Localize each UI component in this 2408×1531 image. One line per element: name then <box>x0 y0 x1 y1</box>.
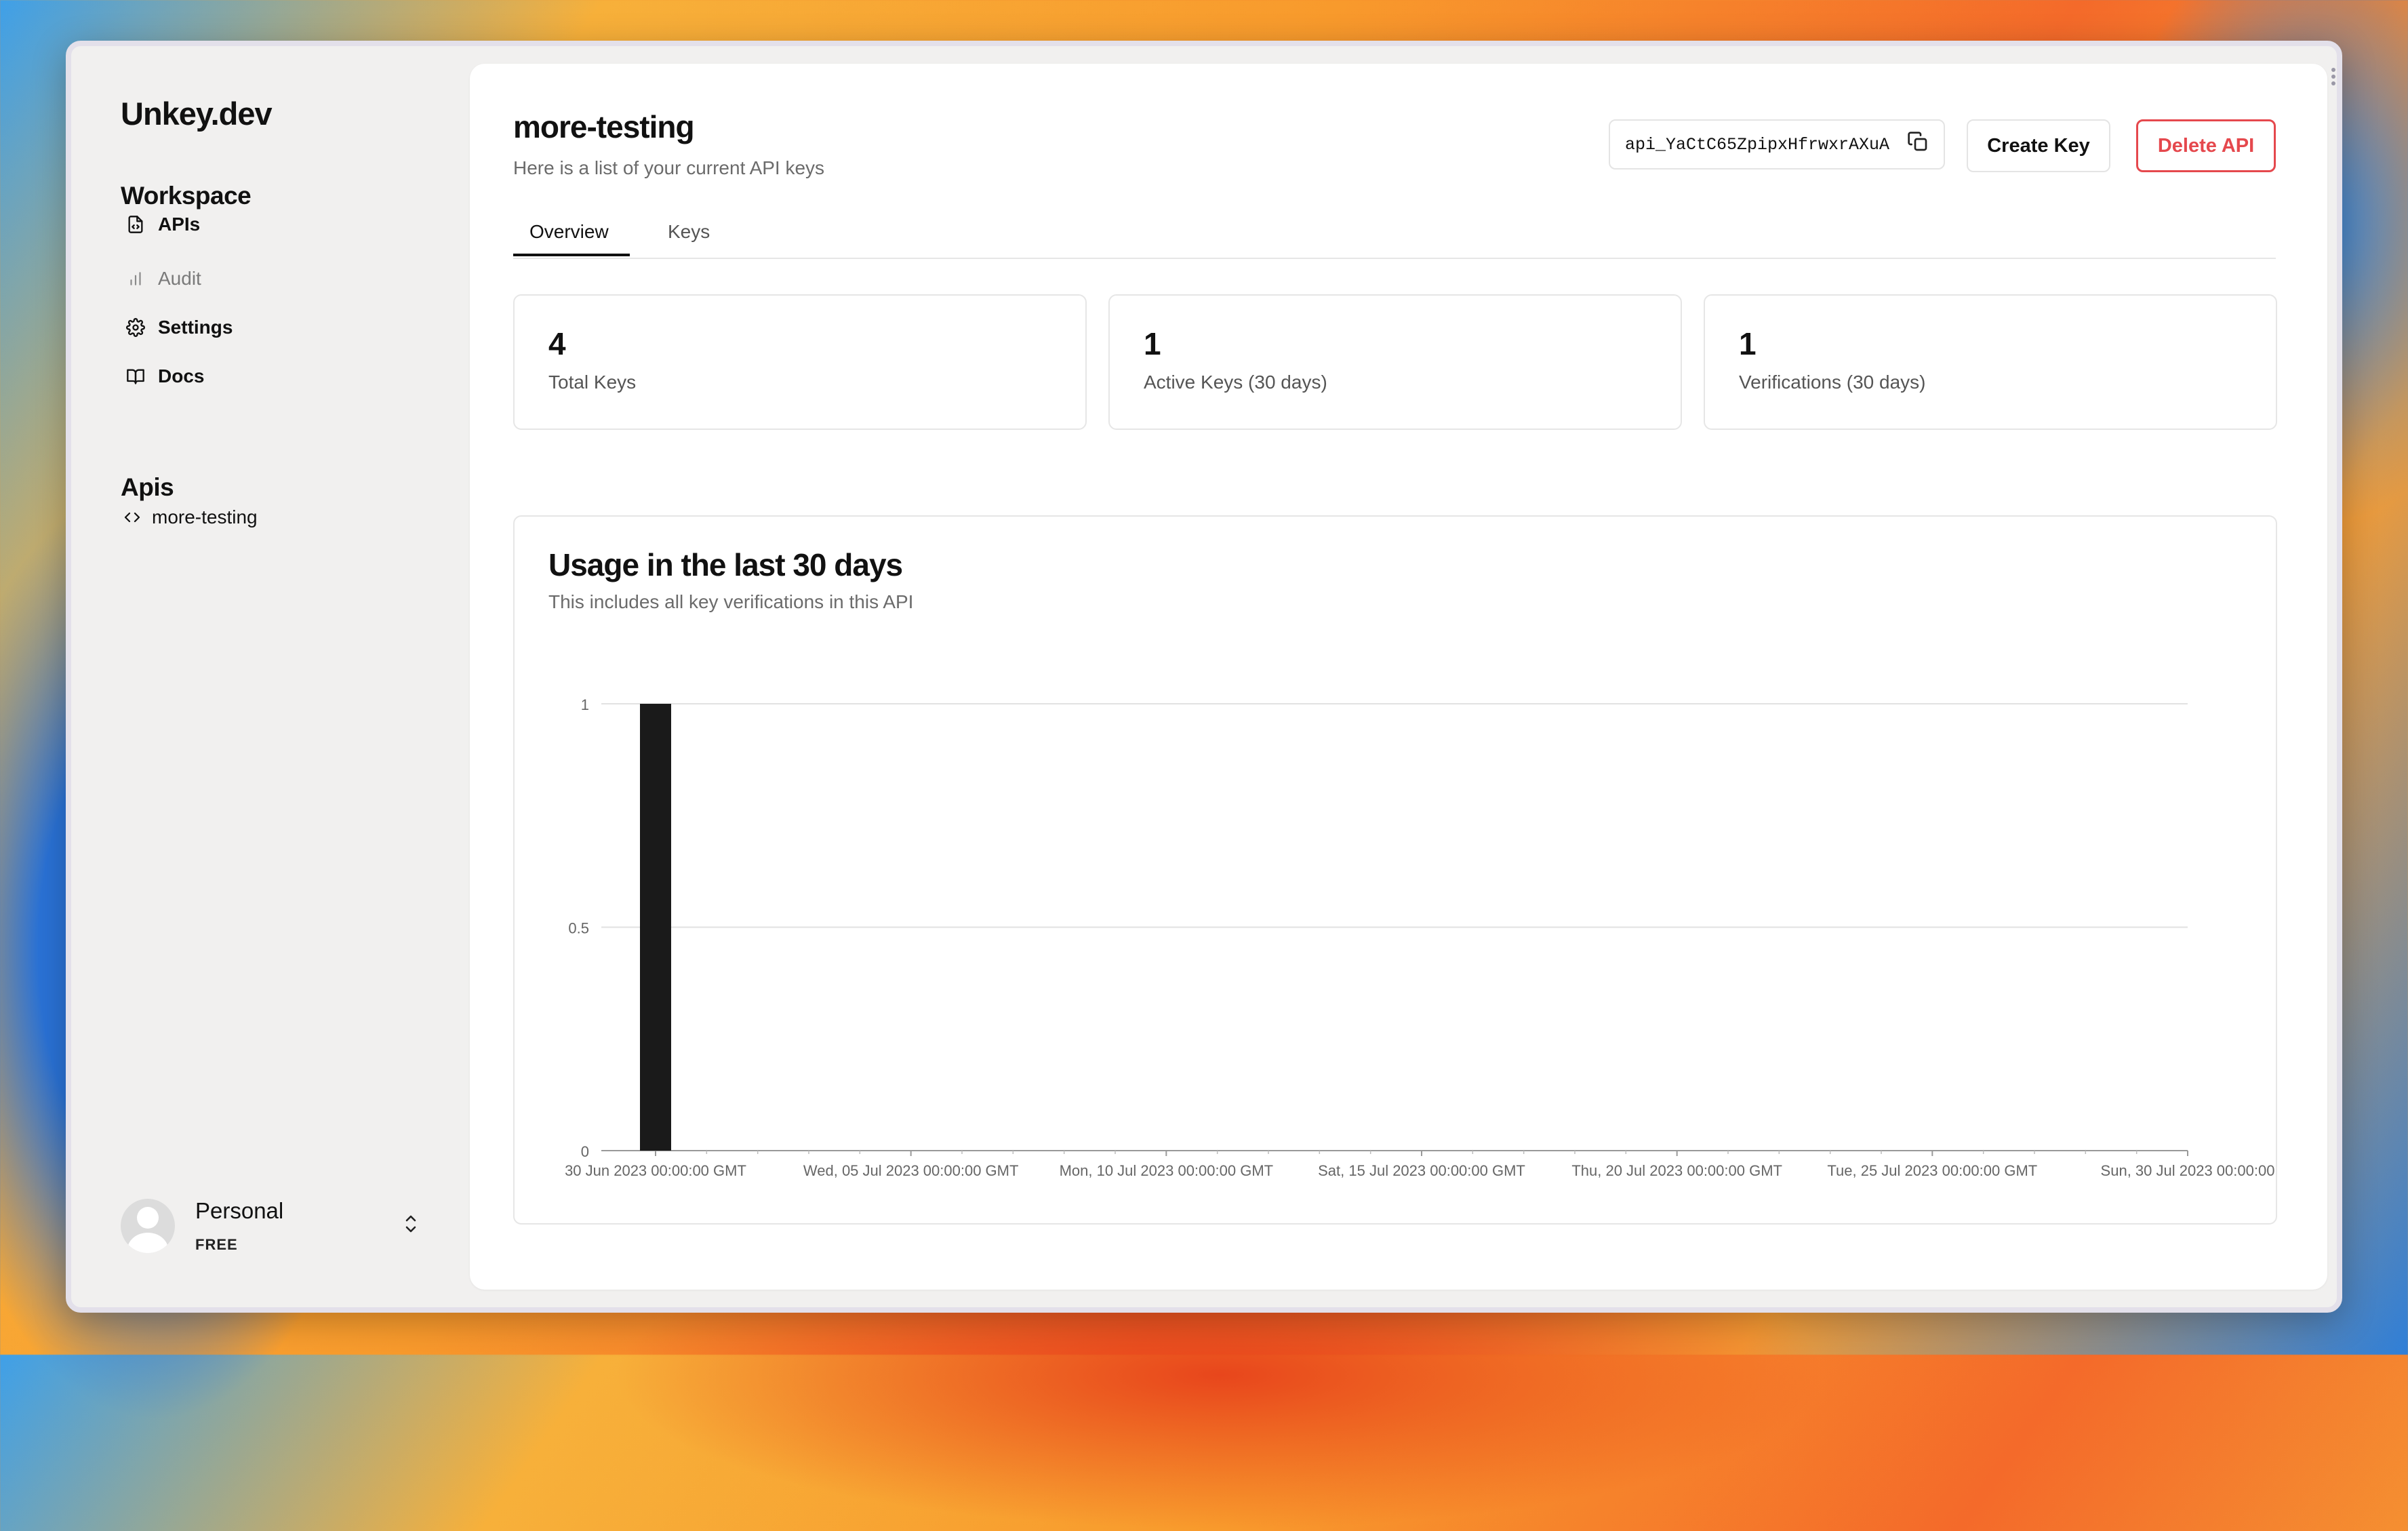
create-key-button[interactable]: Create Key <box>1967 119 2110 172</box>
page-subtitle: Here is a list of your current API keys <box>513 157 825 178</box>
stat-value: 1 <box>1739 326 1757 361</box>
bar-chart-icon <box>124 267 147 290</box>
y-tick-label: 0.5 <box>568 920 589 937</box>
sidebar-item-label: Settings <box>158 317 233 338</box>
stat-card-verifications: 1 Verifications (30 days) <box>1704 294 2277 430</box>
stat-value: 1 <box>1144 326 1161 361</box>
x-tick-label: Sun, 30 Jul 2023 00:00:00 <box>2101 1162 2275 1179</box>
bar <box>640 704 671 1151</box>
x-tick-label: Wed, 05 Jul 2023 00:00:00 GMT <box>803 1162 1019 1179</box>
plan-badge: FREE <box>195 1236 238 1253</box>
tab-bar: Overview Keys <box>513 212 2276 259</box>
stat-card-total-keys: 4 Total Keys <box>513 294 1087 430</box>
sidebar-item-label: more-testing <box>152 506 258 528</box>
sidebar-item-docs[interactable]: Docs <box>124 359 204 393</box>
sidebar-item-audit[interactable]: Audit <box>124 262 201 296</box>
workspace-heading: Workspace <box>121 182 252 210</box>
x-tick-label: 30 Jun 2023 00:00:00 GMT <box>565 1162 746 1179</box>
y-tick-label: 0 <box>581 1143 589 1160</box>
delete-api-button[interactable]: Delete API <box>2136 119 2276 172</box>
stat-card-active-keys: 1 Active Keys (30 days) <box>1108 294 1682 430</box>
tab-overview[interactable]: Overview <box>529 221 609 243</box>
x-tick-label: Thu, 20 Jul 2023 00:00:00 GMT <box>1571 1162 1782 1179</box>
sidebar-item-apis[interactable]: APIs <box>124 207 200 241</box>
y-tick-label: 1 <box>581 696 589 713</box>
copy-icon[interactable] <box>1907 131 1929 158</box>
sidebar-item-more-testing[interactable]: more-testing <box>121 500 258 534</box>
page-title: more-testing <box>513 109 695 144</box>
sidebar-item-label: Docs <box>158 365 205 386</box>
usage-card: Usage in the last 30 days This includes … <box>513 515 2277 1225</box>
chevron-up-down-icon <box>403 1212 419 1239</box>
api-id-field[interactable]: api_YaCtC65ZpipxHfrwxrAXuA <box>1609 119 1945 170</box>
sidebar-item-settings[interactable]: Settings <box>124 311 233 344</box>
main-panel: more-testing Here is a list of your curr… <box>470 64 2327 1290</box>
stat-label: Active Keys (30 days) <box>1144 372 1327 393</box>
x-tick-label: Mon, 10 Jul 2023 00:00:00 GMT <box>1060 1162 1274 1179</box>
stat-label: Total Keys <box>548 372 637 393</box>
resize-handle[interactable] <box>2331 65 2337 88</box>
apis-heading: Apis <box>121 473 174 501</box>
usage-chart: 0 0.5 1 30 Jun 2023 00:00:00 GMT Wed, 05 Jul… <box>565 696 2275 1179</box>
stat-label: Verifications (30 days) <box>1739 372 1926 393</box>
active-tab-indicator <box>513 254 630 256</box>
sidebar: Unkey.dev Workspace APIs Audit Settings <box>71 46 470 1307</box>
app-window: Unkey.dev Workspace APIs Audit Settings <box>66 41 2342 1313</box>
file-code-icon <box>124 213 147 236</box>
x-tick-label: Tue, 25 Jul 2023 00:00:00 GMT <box>1827 1162 2037 1179</box>
avatar <box>121 1199 175 1253</box>
api-id-value: api_YaCtC65ZpipxHfrwxrAXuA <box>1625 134 1890 155</box>
stat-value: 4 <box>548 326 566 361</box>
x-tick-label: Sat, 15 Jul 2023 00:00:00 GMT <box>1318 1162 1525 1179</box>
code-brackets-icon <box>121 506 144 529</box>
workspace-name: Personal <box>195 1198 284 1223</box>
sidebar-item-label: APIs <box>158 214 201 235</box>
book-open-icon <box>124 365 147 388</box>
workspace-switcher[interactable]: Personal FREE <box>121 1192 419 1260</box>
app-logo[interactable]: Unkey.dev <box>121 95 273 132</box>
gear-icon <box>124 316 147 339</box>
tab-keys[interactable]: Keys <box>668 221 710 243</box>
sidebar-item-label: Audit <box>158 268 201 289</box>
